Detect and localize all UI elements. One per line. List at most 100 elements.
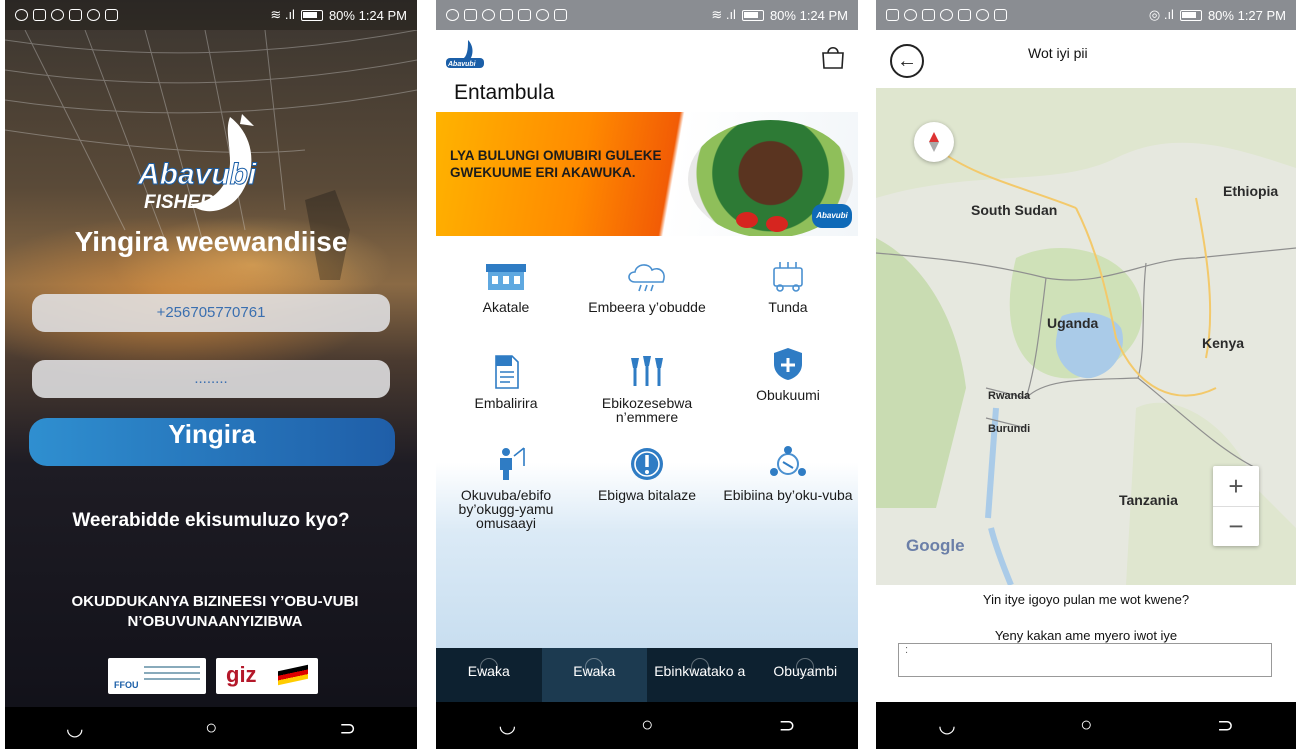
menu-item-weather[interactable]: Embeera y’obudde — [577, 258, 717, 314]
messenger-icon — [15, 9, 28, 21]
menu-grid: Akatale Embeera y’obudde Tunda Embalirir… — [436, 236, 858, 648]
slogan-text: OKUDDUKANYA BIZINEESI Y’OBU-VUBI N’OBUVU… — [71, 593, 359, 630]
status-time: 80% 1:24 PM — [328, 7, 407, 23]
menu-item-label: Ebigwa bitalaze — [597, 487, 697, 503]
app-logo: Abavubi — [446, 40, 484, 68]
nav-tab-ewaka-2[interactable]: Ewaka — [541, 648, 647, 702]
login-button[interactable]: Yingira — [29, 418, 395, 466]
settings-icon — [940, 9, 953, 21]
login-screen: ≋ .ıl 80% 1:24 PM Abavubi FISHER Yingira… — [5, 0, 417, 749]
menu-item-okuvuba[interactable]: Okuvuba/ebifo by’okugg-yamu omusaayi — [436, 446, 582, 530]
wifi-signal-icon: ≋ .ıl — [711, 7, 736, 22]
lock-icon — [518, 9, 531, 21]
logo-text: Abavubi — [137, 158, 257, 191]
ffou-logo: FFOU — [108, 658, 206, 694]
menu-item-obukuumi[interactable]: Obukuumi — [718, 346, 858, 402]
forgot-password-link[interactable]: Weerabidde ekisumuluzo kyo? — [5, 510, 417, 532]
messenger-icon — [446, 9, 459, 21]
home-circle-icon[interactable]: ○ — [641, 714, 653, 737]
menu-item-ebigwa-bitalaze[interactable]: Ebigwa bitalaze — [577, 446, 717, 502]
logo-subtext: FISHER — [144, 192, 214, 213]
giz-logo-text: giz — [226, 662, 257, 687]
shield-plus-icon — [774, 348, 802, 380]
page-title: Wot iyi pii — [1028, 45, 1088, 61]
image-icon — [500, 9, 513, 21]
weather-cloud-icon — [628, 264, 665, 292]
chat-icon — [482, 9, 495, 21]
gallery-icon — [33, 9, 46, 21]
menu-item-label: Tunda — [768, 299, 808, 315]
status-time: 80% 1:24 PM — [769, 7, 848, 23]
zoom-out-button[interactable]: − — [1213, 507, 1259, 546]
home-circle-icon[interactable]: ○ — [205, 717, 217, 740]
status-bar: ≋ .ıl 80% 1:24 PM — [5, 0, 417, 30]
ffou-logo-text: FFOU — [114, 680, 139, 690]
menu-item-tunda[interactable]: Tunda — [718, 258, 858, 314]
map-label-ethiopia: Ethiopia — [1223, 183, 1279, 199]
back-arrow-button[interactable]: ← — [890, 44, 924, 78]
nav-tab-ewaka[interactable]: Ewaka — [436, 648, 542, 702]
menu-item-label: Embalirira — [474, 395, 538, 411]
menu-item-label: Embeera y’obudde — [588, 299, 706, 315]
destination-input[interactable]: : — [898, 643, 1272, 677]
battery-icon — [300, 9, 323, 21]
home-icon — [479, 658, 498, 676]
page-title: Entambula — [454, 81, 555, 104]
compass-icon[interactable] — [914, 122, 954, 162]
menu-item-akatale[interactable]: Akatale — [436, 258, 576, 314]
back-icon[interactable]: ⊃ — [1217, 713, 1234, 738]
password-input[interactable]: ........ — [32, 360, 390, 398]
shopping-bag-icon[interactable] — [820, 44, 846, 70]
android-nav-bar: ◡ ○ ⊃ — [436, 702, 858, 749]
map-label-burundi: Burundi — [988, 423, 1031, 435]
fishing-gear-icon — [631, 356, 663, 386]
nav-tab-ebinkwatako[interactable]: Ebinkwatako a — [647, 648, 753, 702]
profile-icon — [690, 658, 709, 676]
abavubi-fisher-logo: Abavubi FISHER — [137, 114, 258, 213]
lock-icon — [958, 9, 971, 21]
status-bar: ◎ .ıl 80% 1:27 PM — [876, 0, 1296, 30]
phone-input[interactable]: +256705770761 — [32, 294, 390, 332]
banner-text: LYA BULUNGI OMUBIRI GULEKE GWEKUUME ERI … — [450, 148, 662, 180]
alert-icon — [631, 448, 663, 480]
image-icon — [105, 9, 118, 21]
home-circle-icon[interactable]: ○ — [1080, 714, 1092, 737]
home-screen: ≋ .ıl 80% 1:24 PM Abavubi Entambula LYA … — [436, 0, 858, 749]
status-bar: ≋ .ıl 80% 1:24 PM — [436, 0, 858, 30]
back-icon[interactable]: ⊃ — [779, 713, 796, 738]
recents-icon[interactable]: ◡ — [66, 716, 83, 741]
menu-item-label: Okuvuba/ebifo by’okugg-yamu omusaayi — [458, 487, 554, 531]
cloud-icon — [87, 9, 100, 21]
photo-icon — [554, 9, 567, 21]
nav-tab-obuyambi[interactable]: Obuyambi — [753, 648, 859, 702]
lock-icon — [69, 9, 82, 21]
sell-truck-icon — [773, 262, 803, 292]
map-label-kenya: Kenya — [1202, 335, 1245, 351]
photo-icon — [994, 9, 1007, 21]
zoom-control: + − — [1213, 466, 1259, 546]
budget-document-icon — [495, 355, 519, 389]
zoom-in-button[interactable]: + — [1213, 466, 1259, 506]
map-label-uganda: Uganda — [1047, 315, 1099, 331]
map-view[interactable]: South Sudan Ethiopia Uganda Kenya Rwanda… — [876, 88, 1296, 585]
tomato-image — [736, 212, 758, 228]
giz-logo: giz — [216, 658, 318, 694]
wifi-signal-icon: ◎ .ıl — [1148, 7, 1174, 22]
prompt-text: Yeny kakan ame myero iwot iye — [994, 628, 1178, 643]
chat-icon — [51, 9, 64, 21]
cloud-icon — [536, 9, 549, 21]
menu-item-ebikozesebwa[interactable]: Ebikozesebwa n’emmere — [577, 354, 717, 424]
recents-icon[interactable]: ◡ — [499, 713, 516, 738]
groups-network-icon — [770, 446, 806, 476]
menu-item-ebibiina[interactable]: Ebibiina by’oku-vuba — [718, 446, 858, 502]
promo-banner[interactable]: LYA BULUNGI OMUBIRI GULEKE GWEKUUME ERI … — [436, 112, 858, 236]
menu-item-embalirira[interactable]: Embalirira — [436, 354, 576, 410]
google-logo: Google — [906, 536, 965, 555]
recents-icon[interactable]: ◡ — [938, 713, 955, 738]
map-screen: ◎ .ıl 80% 1:27 PM ← Wot iyi pii South Su… — [876, 0, 1296, 749]
map-label-tanzania: Tanzania — [1119, 492, 1178, 508]
android-nav-bar: ◡ ○ ⊃ — [5, 707, 417, 749]
login-title: Yingira weewandiise — [74, 226, 348, 257]
battery-icon — [1179, 9, 1202, 21]
back-icon[interactable]: ⊃ — [339, 716, 356, 741]
